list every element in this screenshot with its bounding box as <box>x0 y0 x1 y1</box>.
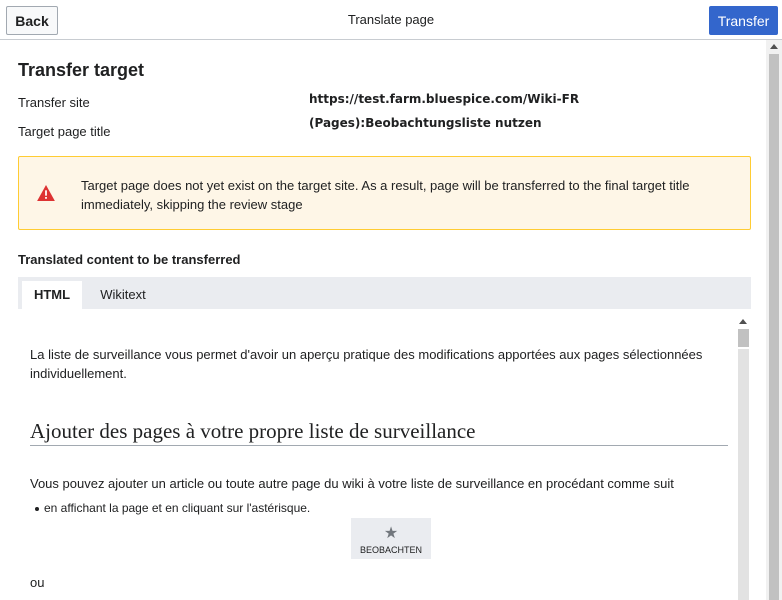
content-preview: La liste de surveillance vous permet d'a… <box>18 309 751 600</box>
tab-html[interactable]: HTML <box>22 281 82 309</box>
dialog-title: Translate page <box>347 12 435 27</box>
scroll-up-icon[interactable] <box>770 44 778 49</box>
scrollbar-thumb[interactable] <box>738 329 749 347</box>
section-title: Transfer target <box>18 60 145 80</box>
preview-list-item: en affichant la page et en cliquant sur … <box>34 501 311 515</box>
transfer-site-value: https://test.farm.bluespice.com/Wiki-FR <box>309 92 580 106</box>
preview-paragraph: Vous pouvez ajouter un article ou toute … <box>30 476 674 491</box>
preview-heading: Ajouter des pages à votre propre liste d… <box>30 419 728 446</box>
tab-wikitext[interactable]: Wikitext <box>88 281 158 309</box>
warning-message: Target page does not yet exist on the ta… <box>18 156 751 230</box>
scroll-up-icon[interactable] <box>739 319 747 324</box>
target-title-value: (Pages):Beobachtungsliste nutzen <box>309 116 542 130</box>
target-title-label: Target page title <box>18 124 111 139</box>
star-icon: ★ <box>383 523 399 542</box>
scrollbar-thumb[interactable] <box>769 54 779 600</box>
transfer-button[interactable]: Transfer <box>709 6 778 35</box>
watch-button-label: BEOBACHTEN <box>359 545 422 555</box>
dialog-scrollbar[interactable] <box>766 40 782 600</box>
dialog-header: Back Translate page Transfer <box>0 0 782 40</box>
preview-paragraph: La liste de surveillance vous permet d'a… <box>30 347 703 381</box>
content-tabs: HTML Wikitext <box>18 277 751 309</box>
preview-scrollbar[interactable] <box>736 313 751 600</box>
preview-paragraph: ou <box>30 575 45 590</box>
warning-text: Target page does not yet exist on the ta… <box>81 178 690 212</box>
scrollbar-track[interactable] <box>738 349 749 600</box>
warning-triangle-icon <box>37 185 55 201</box>
content-label: Translated content to be transferred <box>18 252 241 267</box>
transfer-site-label: Transfer site <box>18 95 90 110</box>
watch-button-image: ★ BEOBACHTEN <box>351 518 431 559</box>
